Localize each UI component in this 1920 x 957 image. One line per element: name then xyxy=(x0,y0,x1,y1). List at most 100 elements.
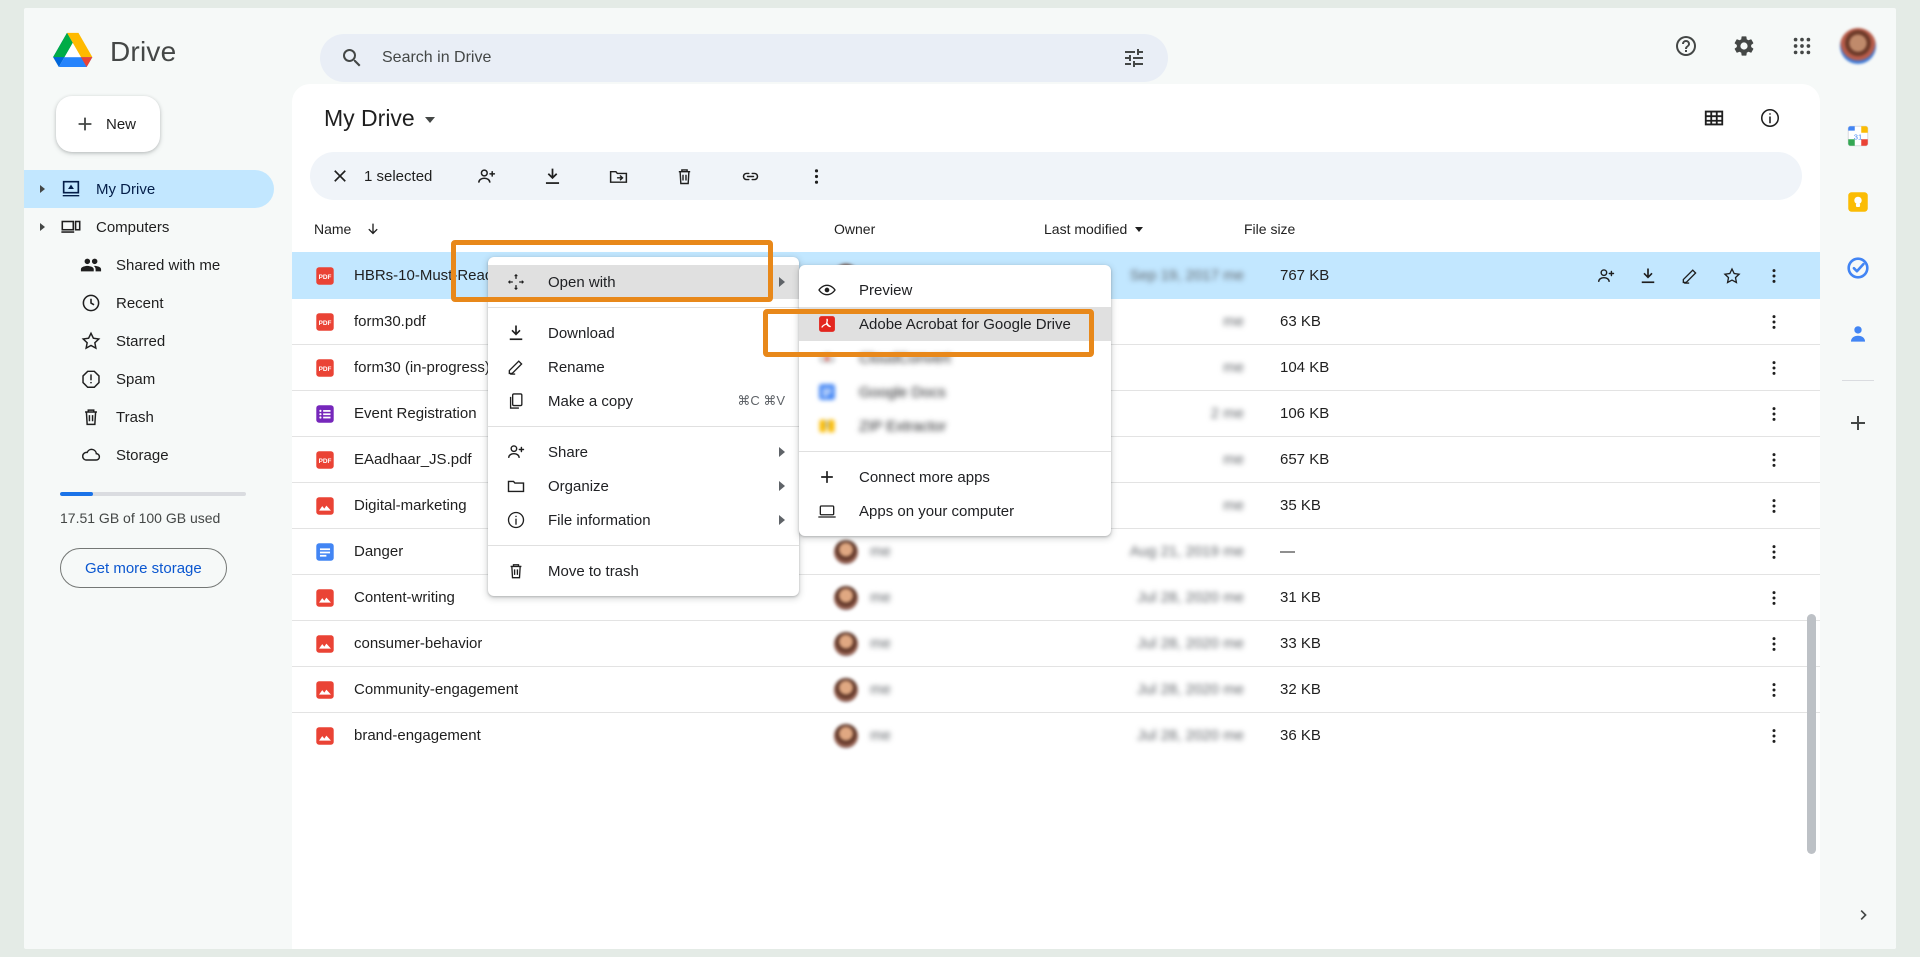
more-actions-button[interactable] xyxy=(796,156,836,196)
column-header-file-size[interactable]: File size xyxy=(1244,221,1424,237)
new-button[interactable]: New xyxy=(56,96,160,152)
table-row[interactable]: Community-engagementmeJul 28, 2020 me32 … xyxy=(292,666,1820,712)
context-menu-item-make-a-copy[interactable]: Make a copy⌘C ⌘V xyxy=(488,384,799,418)
sidebar-item-trash[interactable]: Trash xyxy=(24,398,274,436)
get-more-storage-button[interactable]: Get more storage xyxy=(60,548,227,588)
row-more-button[interactable] xyxy=(1758,490,1790,522)
row-more-button[interactable] xyxy=(1758,398,1790,430)
row-more-button[interactable] xyxy=(1758,536,1790,568)
file-name: Digital-marketing xyxy=(354,497,467,514)
star-icon xyxy=(80,330,102,352)
grid-view-toggle[interactable] xyxy=(1694,98,1734,138)
context-menu-item-share[interactable]: Share xyxy=(488,435,799,469)
open-with-item-cloudconvert[interactable]: CloudConvert xyxy=(799,341,1111,375)
details-toggle[interactable] xyxy=(1750,98,1790,138)
search-input[interactable] xyxy=(382,49,1122,67)
chevron-right-icon xyxy=(1854,905,1874,925)
storage-block: 17.51 GB of 100 GB used Get more storage xyxy=(60,492,260,588)
account-avatar[interactable] xyxy=(1840,28,1876,64)
row-share-button[interactable] xyxy=(1590,260,1622,292)
open-with-item-adobe-acrobat-for-google-drive[interactable]: Adobe Acrobat for Google Drive xyxy=(799,307,1111,341)
sidebar-item-spam[interactable]: Spam xyxy=(24,360,274,398)
delete-button[interactable] xyxy=(664,156,704,196)
open-with-item-apps-on-your-computer[interactable]: Apps on your computer xyxy=(799,494,1111,528)
sidebar-item-storage[interactable]: Storage xyxy=(24,436,274,474)
context-menu-item-move-to-trash[interactable]: Move to trash xyxy=(488,554,799,588)
row-more-button[interactable] xyxy=(1758,674,1790,706)
info-circle-icon xyxy=(1759,107,1781,129)
vertical-scrollbar[interactable] xyxy=(1807,614,1816,854)
selection-count: 1 selected xyxy=(364,168,432,185)
owner-cell: me xyxy=(834,586,1044,610)
tune-icon[interactable] xyxy=(1122,46,1146,70)
folder-icon xyxy=(506,476,526,496)
sidebar-item-my-drive[interactable]: My Drive xyxy=(24,170,274,208)
open-with-item-preview[interactable]: Preview xyxy=(799,273,1111,307)
menu-separator xyxy=(799,451,1111,452)
add-app-button[interactable] xyxy=(1834,399,1882,447)
open-with-item-connect-more-apps[interactable]: Connect more apps xyxy=(799,460,1111,494)
google-calendar-button[interactable]: 31 xyxy=(1834,112,1882,160)
column-header-last-modified[interactable]: Last modified xyxy=(1044,221,1244,237)
move-button[interactable] xyxy=(598,156,638,196)
menu-item-label: Open with xyxy=(548,274,616,291)
menu-item-label: Share xyxy=(548,444,588,461)
svg-text:PDF: PDF xyxy=(319,273,332,280)
row-rename-button[interactable] xyxy=(1674,260,1706,292)
close-icon xyxy=(330,166,350,186)
top-actions xyxy=(1666,26,1876,66)
google-apps-button[interactable] xyxy=(1782,26,1822,66)
row-more-button[interactable] xyxy=(1758,352,1790,384)
sidebar-item-shared-with-me[interactable]: Shared with me xyxy=(24,246,274,284)
sidebar-item-computers[interactable]: Computers xyxy=(24,208,274,246)
shared-people-icon xyxy=(80,254,102,276)
sidebar-item-label: Starred xyxy=(116,333,165,350)
sidebar-item-starred[interactable]: Starred xyxy=(24,322,274,360)
chevron-right-icon[interactable] xyxy=(40,185,45,193)
row-more-button[interactable] xyxy=(1758,260,1790,292)
context-menu-item-rename[interactable]: Rename xyxy=(488,350,799,384)
chevron-right-icon[interactable] xyxy=(40,223,45,231)
file-size-cell: 32 KB xyxy=(1244,681,1424,698)
download-button[interactable] xyxy=(532,156,572,196)
menu-item-label: CloudConvert xyxy=(859,350,951,367)
row-download-button[interactable] xyxy=(1632,260,1664,292)
table-row[interactable]: brand-engagementmeJul 28, 2020 me36 KB xyxy=(292,712,1820,758)
open-with-submenu[interactable]: PreviewAdobe Acrobat for Google Drive Clo… xyxy=(799,265,1111,536)
sidebar-item-label: Shared with me xyxy=(116,257,220,274)
file-context-menu[interactable]: Open with DownloadRenameMake a copy⌘C ⌘V S… xyxy=(488,257,799,596)
page-title[interactable]: My Drive xyxy=(314,99,445,138)
google-contacts-button[interactable] xyxy=(1834,310,1882,358)
sidebar-item-recent[interactable]: Recent xyxy=(24,284,274,322)
column-header-name[interactable]: Name xyxy=(314,221,834,237)
row-more-button[interactable] xyxy=(1758,444,1790,476)
context-menu-item-download[interactable]: Download xyxy=(488,316,799,350)
open-with-item-zip-extractor[interactable]: ZIP Extractor xyxy=(799,409,1111,443)
row-more-button[interactable] xyxy=(1758,582,1790,614)
support-button[interactable] xyxy=(1666,26,1706,66)
settings-button[interactable] xyxy=(1724,26,1764,66)
search-bar[interactable] xyxy=(320,34,1168,82)
column-header-owner[interactable]: Owner xyxy=(834,221,1044,237)
expand-rail-button[interactable] xyxy=(1846,897,1882,933)
table-row[interactable]: consumer-behaviormeJul 28, 2020 me33 KB xyxy=(292,620,1820,666)
row-more-button[interactable] xyxy=(1758,720,1790,752)
row-more-button[interactable] xyxy=(1758,628,1790,660)
context-menu-item-organize[interactable]: Organize xyxy=(488,469,799,503)
row-more-button[interactable] xyxy=(1758,306,1790,338)
chevron-down-icon[interactable] xyxy=(425,117,435,123)
context-menu-item-open-with[interactable]: Open with xyxy=(488,265,799,299)
image-file-icon xyxy=(314,633,336,655)
row-star-button[interactable] xyxy=(1716,260,1748,292)
get-link-button[interactable] xyxy=(730,156,770,196)
open-with-item-google-docs[interactable]: Google Docs xyxy=(799,375,1111,409)
person-add-icon xyxy=(506,442,526,462)
file-size-cell: — xyxy=(1244,543,1424,560)
context-menu-item-file-information[interactable]: File information xyxy=(488,503,799,537)
share-button[interactable] xyxy=(466,156,506,196)
pdf-file-icon: PDF xyxy=(314,449,336,471)
google-keep-button[interactable] xyxy=(1834,178,1882,226)
clear-selection-button[interactable] xyxy=(320,156,360,196)
google-tasks-button[interactable] xyxy=(1834,244,1882,292)
brand[interactable]: Drive xyxy=(52,32,176,72)
